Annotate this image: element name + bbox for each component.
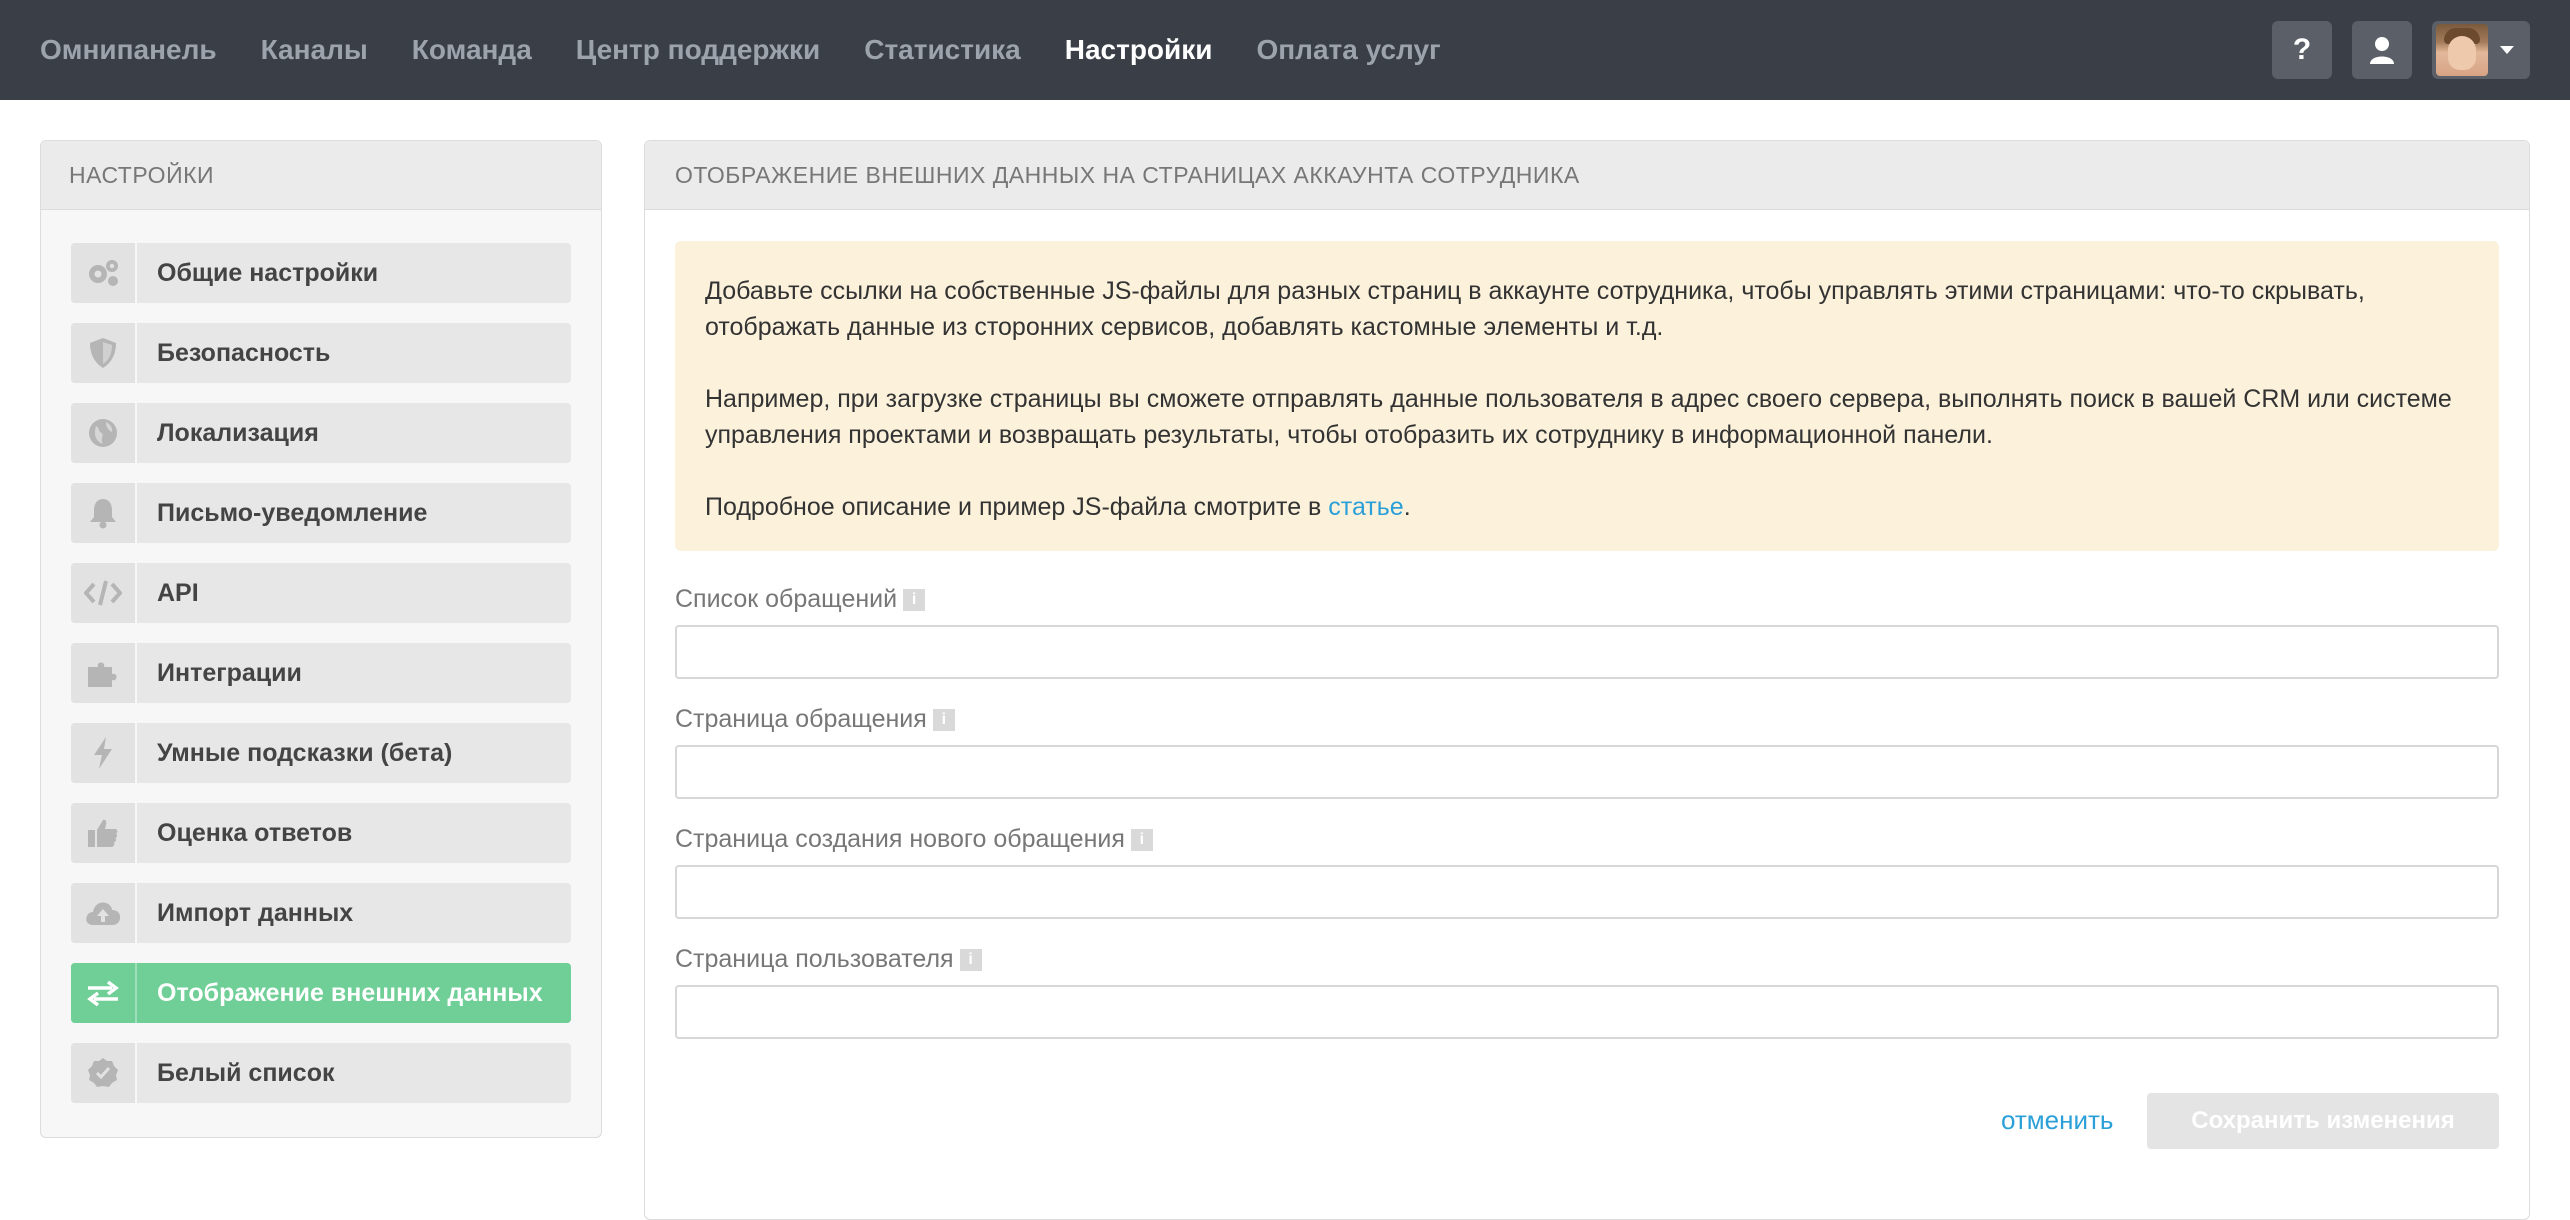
save-changes-button[interactable]: Сохранить изменения	[2147, 1093, 2499, 1149]
top-navigation-bar: Омнипанель Каналы Команда Центр поддержк…	[0, 0, 2570, 100]
avatar	[2436, 24, 2488, 76]
gears-icon	[71, 243, 137, 303]
sidebar-item-api[interactable]: API	[71, 563, 571, 623]
nav-item-settings[interactable]: Настройки	[1065, 34, 1213, 66]
exchange-icon	[71, 963, 137, 1023]
notice-text: Подробное описание и пример JS-файла смо…	[705, 493, 1329, 521]
info-icon[interactable]: i	[903, 588, 926, 611]
bolt-icon	[71, 723, 137, 783]
sidebar-item-whitelist[interactable]: Белый список	[71, 1043, 571, 1103]
info-notice: Добавьте ссылки на собственные JS-файлы …	[675, 241, 2499, 551]
main-nav: Омнипанель Каналы Команда Центр поддержк…	[40, 0, 1485, 100]
sidebar-item-label: Письмо-уведомление	[157, 498, 428, 527]
nav-item-team[interactable]: Команда	[412, 34, 532, 66]
notice-paragraph-2: Например, при загрузке страницы вы сможе…	[705, 385, 2452, 449]
tickets-list-label: Список обращений i	[675, 585, 926, 614]
sidebar-item-label: Белый список	[157, 1058, 335, 1087]
new-ticket-page-url-input[interactable]	[675, 865, 2499, 919]
help-icon: ?	[2292, 33, 2312, 66]
user-icon	[2370, 37, 2394, 64]
sidebar-item-answer-rating[interactable]: Оценка ответов	[71, 803, 571, 863]
tickets-list-url-input[interactable]	[675, 625, 2499, 679]
sidebar-item-label: Локализация	[157, 418, 319, 447]
thumbs-up-icon	[71, 803, 137, 863]
external-data-panel: ОТОБРАЖЕНИЕ ВНЕШНИХ ДАННЫХ НА СТРАНИЦАХ …	[644, 140, 2530, 1220]
page-title: ОТОБРАЖЕНИЕ ВНЕШНИХ ДАННЫХ НА СТРАНИЦАХ …	[645, 141, 2529, 210]
notice-text-end: .	[1403, 493, 1411, 521]
puzzle-icon	[71, 643, 137, 703]
globe-icon	[71, 403, 137, 463]
sidebar-item-general[interactable]: Общие настройки	[71, 243, 571, 303]
sidebar-item-integrations[interactable]: Интеграции	[71, 643, 571, 703]
settings-sidebar: НАСТРОЙКИ Общие настройки Безопасность Л…	[40, 140, 602, 1138]
field-label-text: Страница пользователя	[675, 945, 954, 973]
bell-icon	[71, 483, 137, 543]
cloud-upload-icon	[71, 883, 137, 943]
sidebar-item-external-data[interactable]: Отображение внешних данных	[71, 963, 571, 1023]
sidebar-item-label: Умные подсказки (бета)	[157, 738, 453, 767]
nav-item-billing[interactable]: Оплата услуг	[1256, 34, 1440, 66]
sidebar-item-security[interactable]: Безопасность	[71, 323, 571, 383]
info-icon[interactable]: i	[932, 708, 955, 731]
sidebar-item-label: Отображение внешних данных	[157, 978, 543, 1007]
sidebar-item-label: Интеграции	[157, 658, 302, 687]
user-page-label: Страница пользователя i	[675, 945, 982, 974]
nav-item-support-center[interactable]: Центр поддержки	[576, 34, 820, 66]
code-icon	[71, 563, 137, 623]
sidebar-item-label: Оценка ответов	[157, 818, 353, 847]
profile-button[interactable]	[2352, 21, 2412, 79]
nav-item-omnipanel[interactable]: Омнипанель	[40, 34, 217, 66]
top-actions: ?	[2272, 21, 2530, 79]
sidebar-item-label: Импорт данных	[157, 898, 354, 927]
account-menu-button[interactable]	[2432, 21, 2530, 79]
cancel-link[interactable]: отменить	[2001, 1105, 2113, 1136]
field-label-text: Страница обращения	[675, 705, 927, 733]
notice-paragraph-3: Подробное описание и пример JS-файла смо…	[705, 489, 2469, 525]
sidebar-item-smart-hints[interactable]: Умные подсказки (бета)	[71, 723, 571, 783]
article-link[interactable]: статье	[1328, 493, 1403, 521]
ticket-page-label: Страница обращения i	[675, 705, 955, 734]
nav-item-statistics[interactable]: Статистика	[864, 34, 1021, 66]
ticket-page-url-input[interactable]	[675, 745, 2499, 799]
sidebar-item-data-import[interactable]: Импорт данных	[71, 883, 571, 943]
field-label-text: Список обращений	[675, 585, 898, 613]
sidebar-item-label: API	[157, 578, 199, 607]
info-icon[interactable]: i	[1130, 828, 1153, 851]
sidebar-item-notification-email[interactable]: Письмо-уведомление	[71, 483, 571, 543]
sidebar-item-label: Безопасность	[157, 338, 331, 367]
settings-menu: Общие настройки Безопасность Локализация…	[71, 243, 571, 1123]
help-button[interactable]: ?	[2272, 21, 2332, 79]
user-page-url-input[interactable]	[675, 985, 2499, 1039]
chevron-down-icon	[2500, 46, 2514, 54]
check-badge-icon	[71, 1043, 137, 1103]
field-label-text: Страница создания нового обращения	[675, 825, 1125, 853]
shield-icon	[71, 323, 137, 383]
sidebar-item-label: Общие настройки	[157, 258, 379, 287]
notice-paragraph-1: Добавьте ссылки на собственные JS-файлы …	[705, 277, 2365, 341]
nav-item-channels[interactable]: Каналы	[261, 34, 368, 66]
sidebar-item-localization[interactable]: Локализация	[71, 403, 571, 463]
info-icon[interactable]: i	[959, 948, 982, 971]
sidebar-title: НАСТРОЙКИ	[41, 141, 601, 210]
new-ticket-page-label: Страница создания нового обращения i	[675, 825, 1153, 854]
